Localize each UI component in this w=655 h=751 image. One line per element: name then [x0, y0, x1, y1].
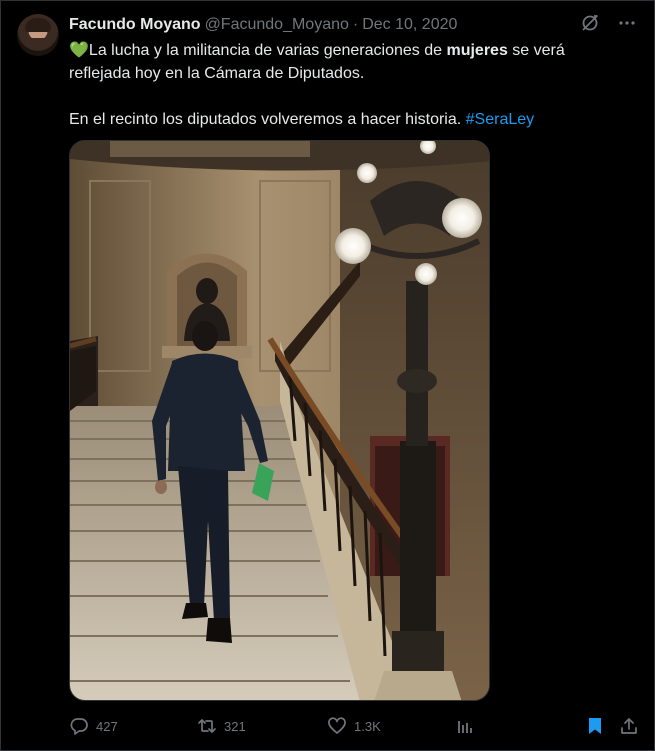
text-segment: En el recinto los diputados volveremos a…	[69, 111, 466, 128]
avatar-hair	[25, 18, 51, 32]
views-button[interactable]	[455, 715, 475, 737]
header-separator: ·	[352, 16, 359, 33]
text-bold-segment: mujeres	[446, 42, 508, 59]
avatar[interactable]	[17, 14, 59, 56]
views-icon	[455, 716, 475, 736]
tweet-paragraph-1: 💚La lucha y la militancia de varias gene…	[69, 39, 629, 85]
retweet-icon	[197, 716, 217, 736]
share-icon	[619, 716, 639, 736]
share-button[interactable]	[619, 715, 639, 737]
hashtag-link[interactable]: #SeraLey	[466, 111, 535, 128]
like-button[interactable]: 1.3K	[327, 715, 381, 737]
grok-icon[interactable]	[580, 13, 600, 33]
retweet-button[interactable]: 321	[197, 715, 246, 737]
author-name[interactable]: Facundo Moyano	[69, 16, 201, 34]
bookmark-icon	[585, 716, 605, 736]
tweet-text: 💚La lucha y la militancia de varias gene…	[69, 39, 629, 131]
avatar-beard	[29, 38, 47, 50]
tweet-date[interactable]: Dec 10, 2020	[362, 16, 457, 34]
tweet-card[interactable]: Facundo Moyano @Facundo_Moyano · Dec 10,…	[0, 0, 655, 751]
top-actions	[580, 13, 636, 33]
reply-icon	[69, 716, 89, 736]
tweet-photo[interactable]	[69, 140, 490, 701]
green-heart-emoji: 💚	[69, 42, 89, 59]
bookmark-button[interactable]	[585, 715, 605, 737]
reply-button[interactable]: 427	[69, 715, 118, 737]
retweet-count: 321	[224, 718, 246, 734]
like-count: 1.3K	[354, 718, 381, 734]
like-icon	[327, 716, 347, 736]
tweet-actions: 427 321 1.3K	[69, 715, 639, 737]
tweet-paragraph-2: En el recinto los diputados volveremos a…	[69, 108, 629, 131]
author-handle[interactable]: @Facundo_Moyano	[205, 16, 349, 34]
more-icon[interactable]	[618, 14, 636, 32]
tweet-header: Facundo Moyano @Facundo_Moyano · Dec 10,…	[69, 15, 457, 35]
reply-count: 427	[96, 718, 118, 734]
text-segment: La lucha y la militancia de varias gener…	[88, 42, 447, 59]
photo-illustration	[70, 141, 489, 700]
